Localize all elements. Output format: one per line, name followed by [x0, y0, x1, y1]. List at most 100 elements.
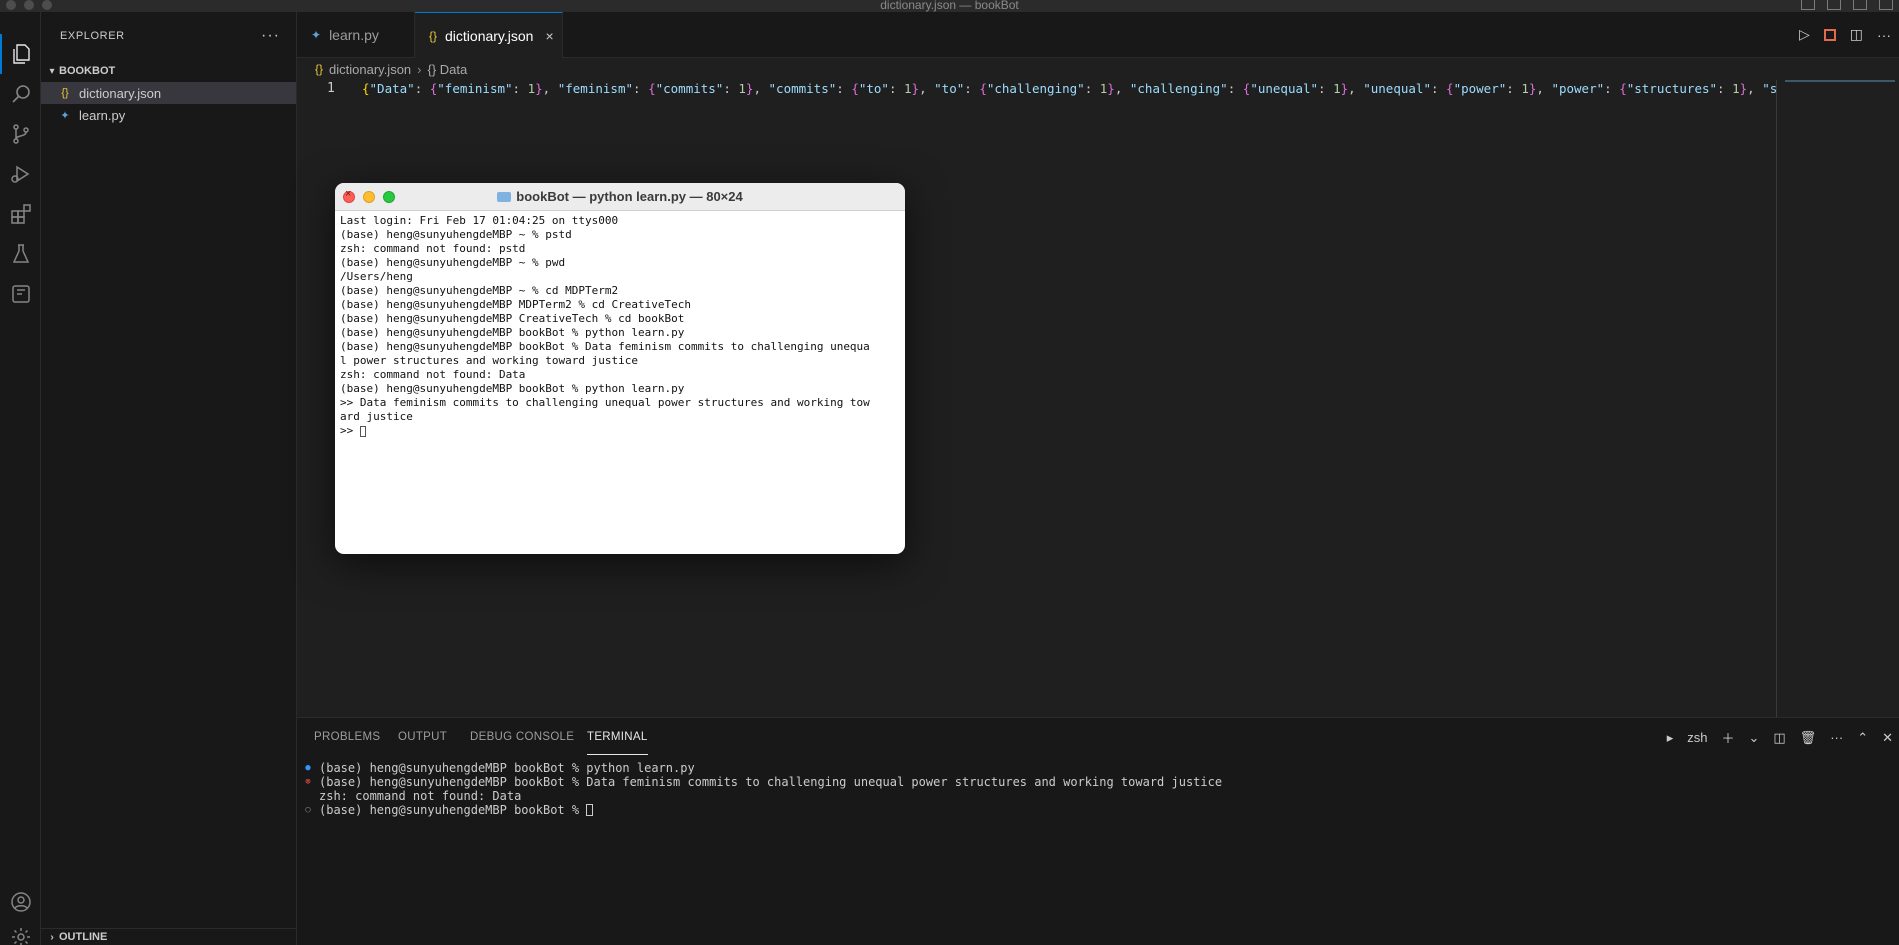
terminal-cursor — [586, 804, 594, 816]
chevron-down-icon: ▾ — [49, 65, 55, 77]
breadcrumb-symbol[interactable]: {} Data — [428, 62, 468, 77]
explorer-icon[interactable] — [0, 34, 41, 74]
testing-icon[interactable] — [0, 234, 41, 274]
close-panel-icon[interactable]: ✕ — [1882, 730, 1893, 746]
more-editor-actions-icon[interactable]: ··· — [1877, 27, 1891, 43]
terminal-title-text: bookBot — python learn.py — 80×24 — [516, 189, 743, 204]
code-token: "power" — [1453, 81, 1507, 96]
terminal-titlebar[interactable]: bookBot — python learn.py — 80×24 — [335, 183, 905, 211]
code-token: 1 — [1521, 81, 1529, 96]
source-control-icon[interactable] — [0, 114, 41, 154]
macos-terminal-window[interactable]: bookBot — python learn.py — 80×24 Last l… — [335, 183, 905, 554]
explorer-header: EXPLORER ··· — [41, 12, 296, 60]
code-token: "structures" — [1626, 81, 1718, 96]
explorer-sidebar: EXPLORER ··· ▾ BOOKBOT {} dictionary.jso… — [41, 12, 297, 945]
code-token: : — [512, 81, 528, 96]
code-token: , — [919, 81, 935, 96]
integrated-terminal[interactable]: ● (base) heng@sunyuhengdeMBP bookBot % py… — [303, 761, 1222, 817]
window-title: dictionary.json — bookBot — [880, 0, 1019, 12]
tab-dictionary-json[interactable]: {} dictionary.json × — [415, 12, 563, 58]
terminal-line: (base) heng@sunyuhengdeMBP MDPTerm2 % cd… — [340, 298, 691, 311]
tab-output[interactable]: OUTPUT — [398, 718, 447, 756]
customize-layout-icon[interactable] — [1879, 0, 1893, 10]
file-item-dictionary-json[interactable]: {} dictionary.json — [41, 82, 296, 104]
terminal-shell-icon: ▸ — [1666, 729, 1674, 745]
command-status-icon[interactable]: ⊗ — [303, 775, 313, 789]
run-python-icon[interactable]: ▷ — [1799, 26, 1810, 43]
breadcrumb: {} dictionary.json › {} Data — [297, 58, 1899, 80]
line-number: 1 — [327, 81, 335, 96]
run-debug-icon[interactable] — [0, 154, 41, 194]
tab-label: dictionary.json — [445, 27, 534, 44]
terminal-line: zsh: command not found: Data — [340, 368, 526, 381]
more-panel-actions-icon[interactable]: ··· — [1830, 730, 1843, 745]
code-token: 1 — [904, 81, 912, 96]
terminal-line-text: zsh: command not found: Data — [319, 789, 522, 803]
terminal-output[interactable]: Last login: Fri Feb 17 01:04:25 on ttys0… — [335, 211, 905, 441]
terminal-line: (base) heng@sunyuhengdeMBP bookBot % pyt… — [340, 382, 685, 395]
code-token: : — [633, 81, 649, 96]
outline-section-header[interactable]: › OUTLINE — [41, 928, 297, 945]
account-icon[interactable] — [0, 882, 41, 922]
search-icon[interactable] — [0, 74, 41, 114]
toggle-secondary-sidebar-icon[interactable] — [1853, 0, 1867, 10]
new-terminal-icon[interactable]: ＋ — [1721, 728, 1734, 747]
code-token: 1 — [1732, 81, 1740, 96]
chevron-right-icon: › — [50, 931, 54, 943]
minimap[interactable] — [1785, 80, 1895, 82]
python-file-icon: ✦ — [60, 109, 70, 122]
command-status-icon[interactable]: ● — [303, 761, 313, 775]
manage-gear-icon[interactable] — [0, 917, 41, 945]
code-token: , — [1348, 81, 1364, 96]
code-token: , — [542, 81, 558, 96]
code-token: : — [1084, 81, 1100, 96]
terminal-title: bookBot — python learn.py — 80×24 — [335, 189, 905, 204]
code-line[interactable]: {"Data": {"feminism": 1}, "feminism": {"… — [362, 81, 1776, 96]
more-actions-icon[interactable]: ··· — [261, 27, 280, 45]
stop-icon[interactable] — [1823, 28, 1836, 41]
terminal-line-text: (base) heng@sunyuhengdeMBP bookBot % pyt… — [319, 761, 695, 775]
code-token: "commits" — [768, 81, 837, 96]
maximize-panel-icon[interactable]: ⌃ — [1857, 730, 1868, 746]
close-tab-icon[interactable]: × — [545, 28, 553, 44]
code-token: { — [851, 81, 859, 96]
json-file-icon: {} — [61, 87, 69, 99]
code-token: : — [888, 81, 905, 96]
terminal-shell-name[interactable]: zsh — [1687, 730, 1707, 745]
code-token: : — [723, 81, 739, 96]
terminal-line: ● (base) heng@sunyuhengdeMBP bookBot % py… — [303, 761, 1222, 775]
outline-title: OUTLINE — [59, 931, 108, 943]
code-token: : — [964, 81, 980, 96]
breadcrumb-file[interactable]: dictionary.json — [329, 62, 411, 77]
terminal-line: (base) heng@sunyuhengdeMBP ~ % cd MDPTer… — [340, 284, 619, 297]
code-token: { — [362, 81, 370, 96]
remote-explorer-icon[interactable] — [0, 274, 41, 314]
code-token: : — [836, 81, 852, 96]
split-editor-icon[interactable]: ◫ — [1850, 26, 1863, 43]
code-token: : — [414, 81, 430, 96]
code-token: "Data" — [369, 81, 415, 96]
code-token: { — [1446, 81, 1454, 96]
tab-learn-py[interactable]: ✦ learn.py — [297, 12, 415, 58]
tab-terminal[interactable]: TERMINAL — [587, 719, 648, 755]
code-token: "commits" — [655, 81, 724, 96]
code-token: "to" — [934, 81, 965, 96]
toggle-panel-icon[interactable] — [1827, 0, 1841, 10]
code-token: { — [648, 81, 656, 96]
code-token: : — [1604, 81, 1620, 96]
chevron-down-icon[interactable]: ⌄ — [1748, 730, 1759, 746]
code-token: } — [535, 81, 543, 96]
project-name: BOOKBOT — [59, 65, 116, 77]
breadcrumb-separator: › — [417, 61, 422, 77]
extensions-icon[interactable] — [0, 194, 41, 234]
project-folder-header[interactable]: ▾ BOOKBOT — [41, 60, 296, 82]
trash-icon[interactable]: 🗑︎ — [1800, 730, 1817, 746]
code-token: "power" — [1551, 81, 1605, 96]
code-token: } — [911, 81, 920, 96]
tab-problems[interactable]: PROBLEMS — [314, 718, 380, 756]
tab-debug-console[interactable]: DEBUG CONSOLE — [470, 718, 574, 756]
split-terminal-icon[interactable]: ◫ — [1773, 730, 1785, 746]
file-item-learn-py[interactable]: ✦ learn.py — [41, 104, 296, 126]
toggle-sidebar-icon[interactable] — [1801, 0, 1815, 10]
command-status-icon[interactable]: ○ — [303, 803, 313, 817]
